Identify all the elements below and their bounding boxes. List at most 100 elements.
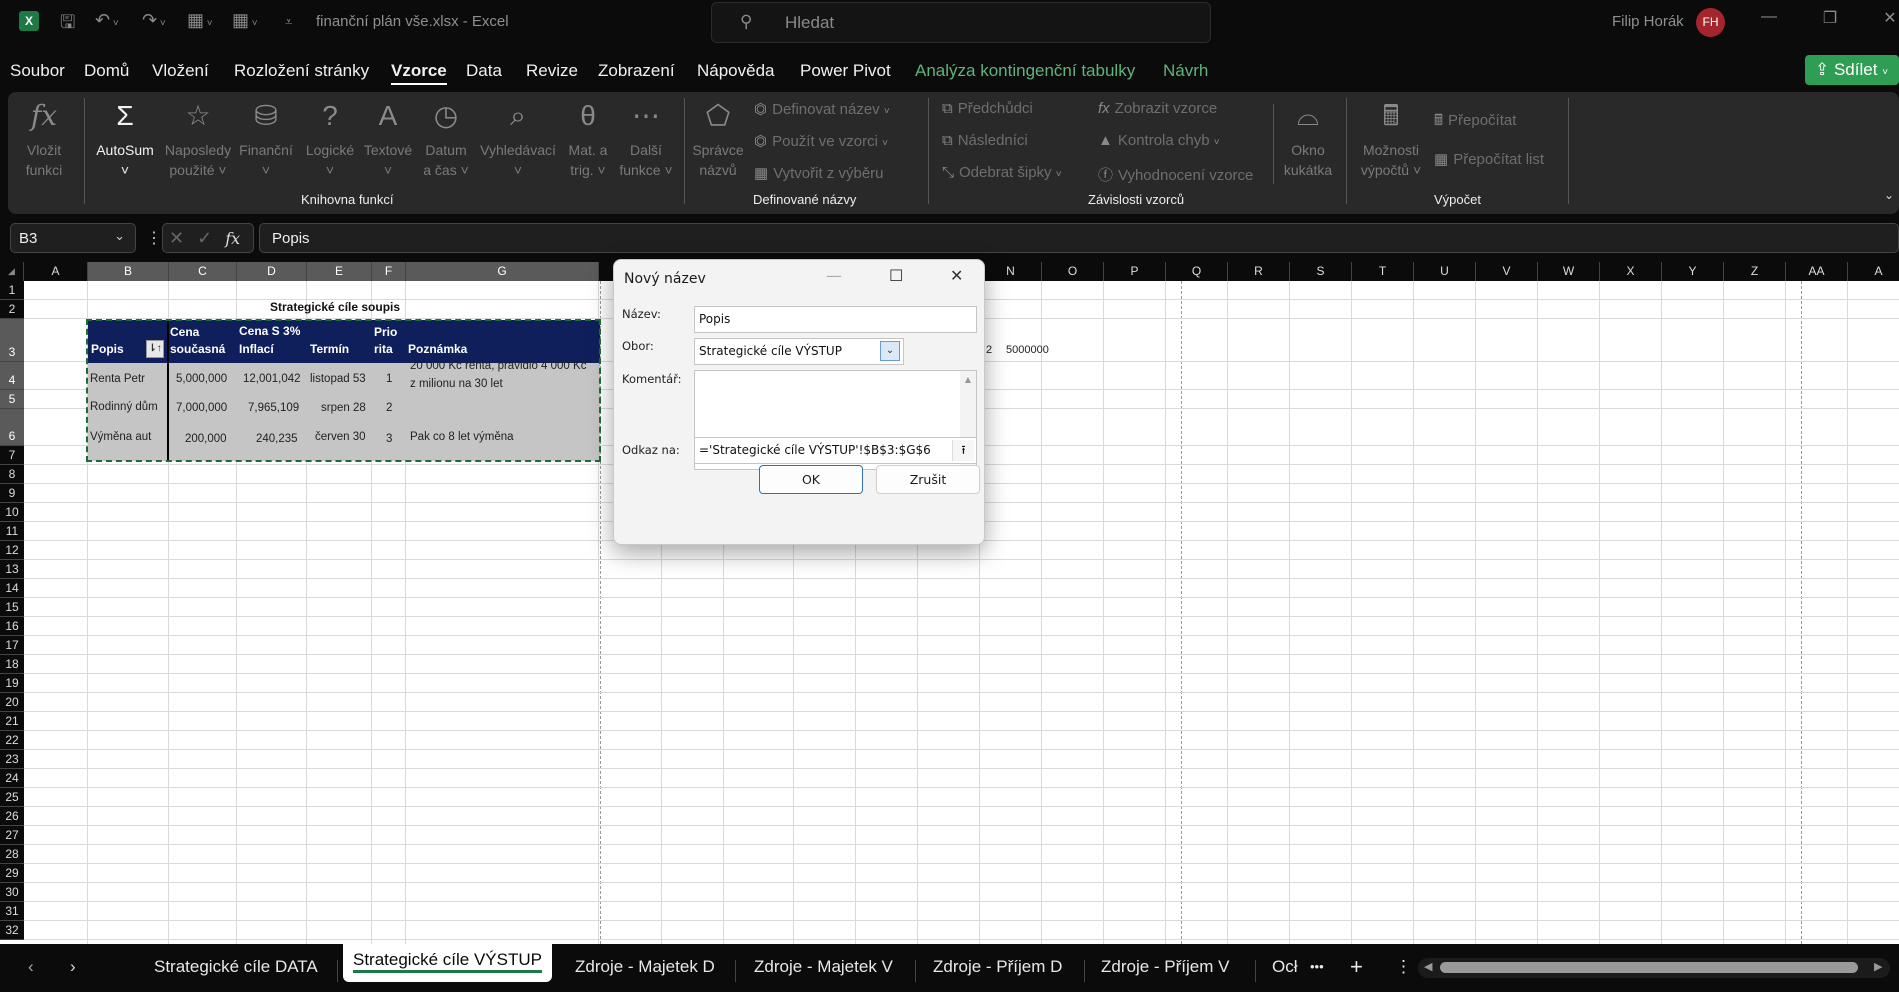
column-header-u[interactable]: U bbox=[1414, 262, 1476, 281]
row-header-4[interactable]: 4 bbox=[0, 362, 24, 390]
row-header-1[interactable]: 1 bbox=[0, 281, 24, 300]
tab-revize[interactable]: Revize bbox=[526, 61, 578, 81]
chevron-down-icon[interactable]: ⌄ bbox=[880, 341, 900, 361]
insert-function-button[interactable]: fx Vložit funkci bbox=[22, 96, 66, 180]
column-header-p[interactable]: P bbox=[1104, 262, 1166, 281]
row-header-8[interactable]: 8 bbox=[0, 465, 24, 484]
scroll-left-icon[interactable]: ◀ bbox=[1424, 960, 1432, 973]
column-header-w[interactable]: W bbox=[1538, 262, 1600, 281]
calculation-options-button[interactable]: 🖩 Možnosti výpočtů ˅ bbox=[1356, 96, 1426, 180]
scroll-up-icon[interactable]: ▲ bbox=[960, 375, 976, 384]
tab-navrh[interactable]: Návrh bbox=[1163, 61, 1208, 81]
search-box[interactable]: ⚲ Hledat bbox=[711, 2, 1211, 43]
sheet-options-icon[interactable]: ⋮ bbox=[1395, 952, 1412, 982]
ok-button[interactable]: OK bbox=[759, 465, 863, 494]
text-button[interactable]: A Textové ˅ bbox=[362, 96, 414, 180]
row-header-20[interactable]: 20 bbox=[0, 693, 24, 712]
column-header-o[interactable]: O bbox=[1042, 262, 1104, 281]
share-button[interactable]: ⇪ Sdílet ˅ bbox=[1805, 55, 1899, 85]
autosum-button[interactable]: Σ AutoSum ˅ bbox=[92, 96, 158, 180]
column-header-a[interactable]: A bbox=[24, 262, 88, 281]
tab-vlozeni[interactable]: Vložení bbox=[152, 61, 209, 81]
tab-vzorce[interactable]: Vzorce bbox=[391, 61, 447, 85]
define-name-button[interactable]: ⏣ Definovat název ˅ bbox=[754, 100, 890, 118]
scroll-right-icon[interactable]: ▶ bbox=[1874, 960, 1882, 973]
column-header-aa[interactable]: AA bbox=[1786, 262, 1848, 281]
show-formulas-button[interactable]: fx Zobrazit vzorce bbox=[1098, 100, 1217, 117]
row-header-27[interactable]: 27 bbox=[0, 826, 24, 845]
name-box[interactable]: B3 ⌄ bbox=[10, 223, 136, 253]
dialog-maximize-icon[interactable]: ☐ bbox=[889, 266, 903, 285]
table-format-icon[interactable]: ▦ ˅ bbox=[187, 10, 213, 31]
sheet-tab-zdroje-prijem-v[interactable]: Zdroje - Příjem V bbox=[1101, 952, 1229, 982]
more-functions-button[interactable]: ⋯ Další funkce ˅ bbox=[616, 96, 676, 180]
scroll-tabs-right-icon[interactable]: › bbox=[70, 952, 76, 982]
formula-bar-options-icon[interactable]: ⋮ bbox=[146, 228, 162, 248]
row-header-21[interactable]: 21 bbox=[0, 712, 24, 731]
logical-button[interactable]: ? Logické ˅ bbox=[302, 96, 358, 180]
row-header-13[interactable]: 13 bbox=[0, 560, 24, 579]
row-header-24[interactable]: 24 bbox=[0, 769, 24, 788]
trace-dependents-button[interactable]: ⧉ Následníci bbox=[942, 132, 1028, 149]
column-header-z[interactable]: Z bbox=[1724, 262, 1786, 281]
tab-napoveda[interactable]: Nápověda bbox=[697, 61, 775, 81]
minimize-icon[interactable]: — bbox=[1754, 8, 1784, 26]
calculate-now-button[interactable]: 🖩 Přepočítat bbox=[1434, 110, 1516, 135]
customize-quick-access-icon[interactable]: ⩡ bbox=[285, 14, 292, 30]
error-checking-button[interactable]: ▲ Kontrola chyb ˅ bbox=[1098, 132, 1220, 149]
calculate-sheet-button[interactable]: ▦ Přepočítat list bbox=[1434, 150, 1544, 168]
column-header-e[interactable]: E bbox=[307, 262, 372, 281]
tab-domu[interactable]: Domů bbox=[84, 61, 129, 81]
row-header-6[interactable]: 6 bbox=[0, 409, 24, 446]
tab-analyza-kontingencni-tabulky[interactable]: Analýza kontingenční tabulky bbox=[915, 61, 1135, 81]
row-header-18[interactable]: 18 bbox=[0, 655, 24, 674]
avatar[interactable]: FH bbox=[1696, 8, 1725, 37]
table-format-2-icon[interactable]: ▦ ˅ bbox=[232, 10, 258, 31]
sheet-tab-strategicke-cile-vystup[interactable]: Strategické cíle VÝSTUP bbox=[343, 944, 552, 982]
row-header-28[interactable]: 28 bbox=[0, 845, 24, 864]
column-header-n[interactable]: N bbox=[980, 262, 1042, 281]
tab-zobrazeni[interactable]: Zobrazení bbox=[598, 61, 675, 81]
row-header-2[interactable]: 2 bbox=[0, 300, 24, 319]
column-header-x[interactable]: X bbox=[1600, 262, 1662, 281]
name-field[interactable]: Popis bbox=[694, 306, 977, 333]
row-header-7[interactable]: 7 bbox=[0, 446, 24, 465]
select-all-corner[interactable]: ◢ bbox=[0, 262, 24, 281]
row-header-14[interactable]: 14 bbox=[0, 579, 24, 598]
row-header-10[interactable]: 10 bbox=[0, 503, 24, 522]
tab-power-pivot[interactable]: Power Pivot bbox=[800, 61, 891, 81]
row-header-19[interactable]: 19 bbox=[0, 674, 24, 693]
row-header-23[interactable]: 23 bbox=[0, 750, 24, 769]
cell-n3[interactable]: 5000000 bbox=[1006, 344, 1049, 356]
cell-m3[interactable]: 2 bbox=[986, 344, 992, 356]
recently-used-button[interactable]: ☆ Naposledy použité ˅ bbox=[160, 96, 236, 180]
cancel-button[interactable]: Zrušit bbox=[876, 465, 980, 494]
scrollbar-thumb[interactable] bbox=[1440, 962, 1858, 973]
column-header-f[interactable]: F bbox=[372, 262, 406, 281]
tab-rozlozeni-stranky[interactable]: Rozložení stránky bbox=[234, 61, 369, 81]
save-icon[interactable]: 🖫 bbox=[60, 10, 75, 40]
row-header-22[interactable]: 22 bbox=[0, 731, 24, 750]
sheet-tab-zdroje-majetek-v[interactable]: Zdroje - Majetek V bbox=[754, 952, 893, 982]
column-header-q[interactable]: Q bbox=[1166, 262, 1228, 281]
column-header-g[interactable]: G bbox=[406, 262, 599, 281]
row-header-30[interactable]: 30 bbox=[0, 883, 24, 902]
row-header-25[interactable]: 25 bbox=[0, 788, 24, 807]
cancel-entry-icon[interactable]: ✕ bbox=[169, 228, 184, 248]
name-manager-button[interactable]: ⬠ Správce názvů bbox=[690, 96, 746, 180]
undo-icon[interactable]: ↶ ˅ bbox=[95, 10, 119, 31]
row-header-17[interactable]: 17 bbox=[0, 636, 24, 655]
dialog-close-icon[interactable]: ✕ bbox=[950, 266, 963, 285]
sheet-tab-zdroje-majetek-d[interactable]: Zdroje - Majetek D bbox=[575, 952, 715, 982]
column-header-t[interactable]: T bbox=[1352, 262, 1414, 281]
date-time-button[interactable]: ◷ Datum a čas ˅ bbox=[420, 96, 472, 180]
formula-input[interactable]: Popis bbox=[259, 223, 1899, 253]
row-header-5[interactable]: 5 bbox=[0, 390, 24, 409]
sheet-title-cell[interactable]: Strategické cíle soupis bbox=[270, 300, 400, 314]
row-header-3[interactable]: 3 bbox=[0, 319, 24, 362]
redo-icon[interactable]: ↷ ˅ bbox=[142, 10, 166, 31]
row-header-12[interactable]: 12 bbox=[0, 541, 24, 560]
column-header-s[interactable]: S bbox=[1290, 262, 1352, 281]
column-header-a[interactable]: A bbox=[1848, 262, 1899, 281]
column-header-v[interactable]: V bbox=[1476, 262, 1538, 281]
